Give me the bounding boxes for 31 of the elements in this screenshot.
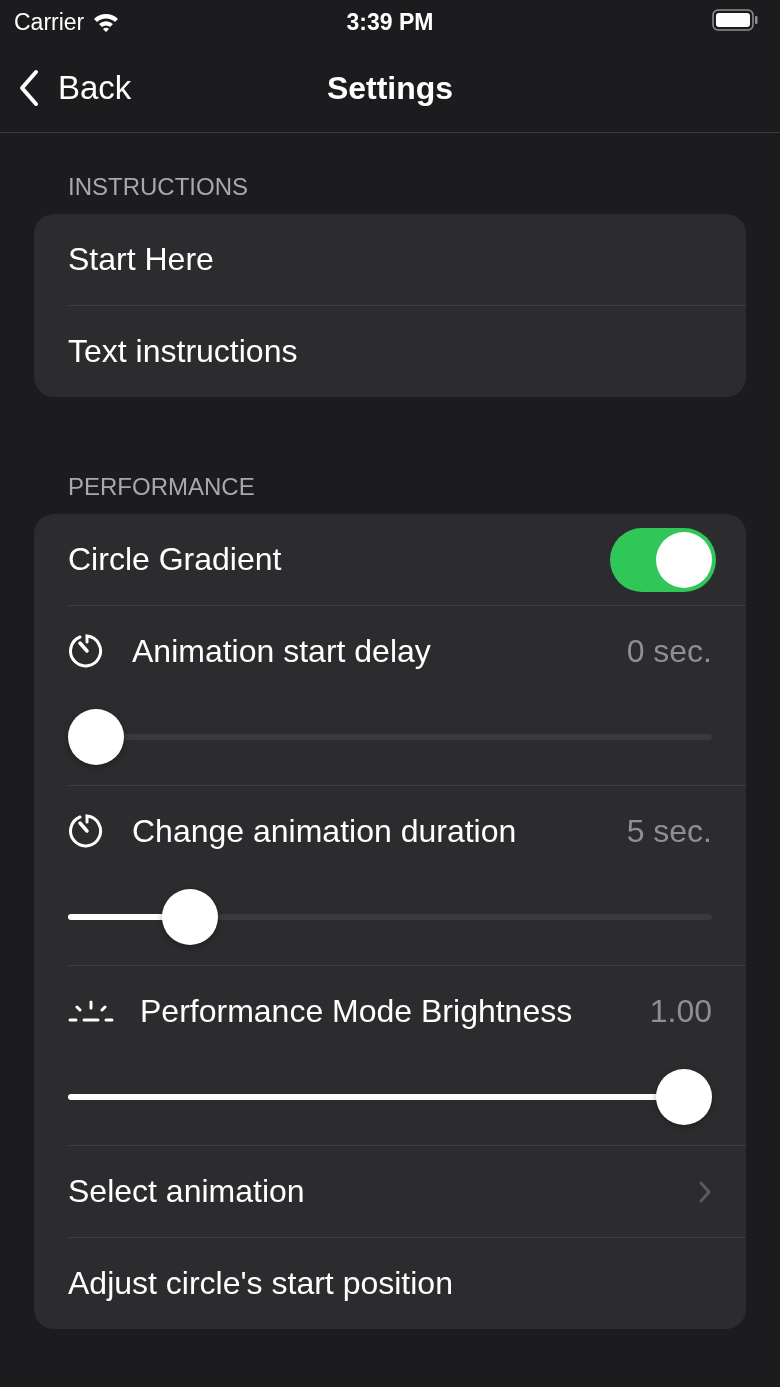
slider[interactable] xyxy=(68,1069,712,1125)
slider-value: 5 sec. xyxy=(626,812,712,850)
row-label: Select animation xyxy=(68,1173,305,1210)
section-header: INSTRUCTIONS xyxy=(67,172,249,202)
slider-thumb[interactable] xyxy=(68,709,124,765)
carrier-label: Carrier xyxy=(14,8,85,36)
slider-value: 0 sec. xyxy=(626,632,712,670)
row-label: Circle Gradient xyxy=(68,541,282,578)
chevron-left-icon xyxy=(18,69,40,107)
row-label: Animation start delay xyxy=(132,632,432,670)
back-button[interactable]: Back xyxy=(0,69,132,107)
settings-row[interactable]: Select animation xyxy=(34,1146,746,1237)
battery-icon xyxy=(712,9,758,31)
row-label: Text instructions xyxy=(68,333,298,370)
slider-thumb[interactable] xyxy=(656,1069,712,1125)
chevron-icon xyxy=(698,1179,712,1204)
section-header: PERFORMANCE xyxy=(67,472,256,502)
slider[interactable] xyxy=(68,889,712,945)
settings-row[interactable]: Text instructions xyxy=(34,306,746,397)
slider[interactable] xyxy=(68,709,712,765)
row-label: Performance Mode Brightness xyxy=(140,992,574,1030)
nav-title: Settings xyxy=(326,69,454,107)
settings-row[interactable]: Start Here xyxy=(34,214,746,305)
wifi-icon xyxy=(92,12,121,32)
row-label: Start Here xyxy=(68,241,214,278)
brightness-icon xyxy=(68,999,114,1023)
row-label: Change animation duration xyxy=(132,812,518,850)
status-time: 3:39 PM xyxy=(346,8,434,36)
row-label: Adjust circle's start position xyxy=(68,1265,453,1302)
slider-value: 1.00 xyxy=(649,992,712,1030)
settings-row[interactable]: Adjust circle's start position xyxy=(34,1238,746,1329)
